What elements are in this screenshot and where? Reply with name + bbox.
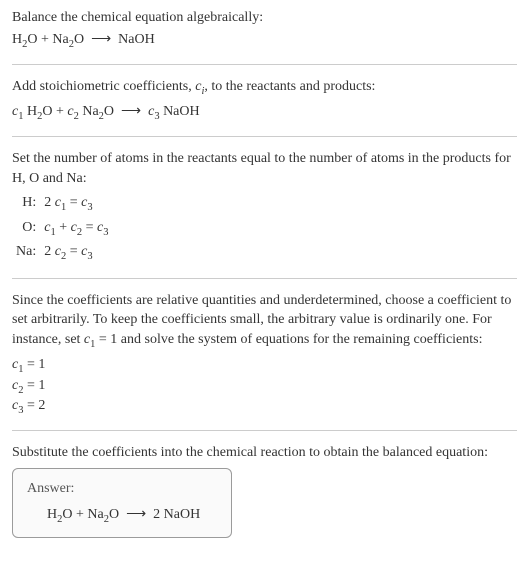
section-title: Since the coefficients are relative quan… <box>12 291 517 353</box>
section-title: Balance the chemical equation algebraica… <box>12 8 517 28</box>
coeff-value: c3 = 2 <box>12 397 517 417</box>
chemical-equation-coeffs: c1 H2O + c2 Na2O ⟶ c3 NaOH <box>12 102 517 124</box>
section-stoichiometric: Add stoichiometric coefficients, ci, to … <box>12 77 517 124</box>
divider <box>12 430 517 431</box>
divider <box>12 278 517 279</box>
element-label: Na: <box>12 241 40 265</box>
section-substitute: Substitute the coefficients into the che… <box>12 443 517 539</box>
coeff-value: c1 = 1 <box>12 356 517 376</box>
section-balance: Balance the chemical equation algebraica… <box>12 8 517 52</box>
section-title: Substitute the coefficients into the che… <box>12 443 517 463</box>
section-solve: Since the coefficients are relative quan… <box>12 291 517 418</box>
answer-equation: H2O + Na2O ⟶ 2 NaOH <box>27 505 217 527</box>
element-equation: 2 c2 = c3 <box>40 241 112 265</box>
atom-equations-table: H: 2 c1 = c3 O: c1 + c2 = c3 Na: 2 c2 = … <box>12 192 112 265</box>
answer-label: Answer: <box>27 479 217 499</box>
element-label: H: <box>12 192 40 216</box>
chemical-equation: H2O + Na2O ⟶ NaOH <box>12 30 517 52</box>
section-title: Add stoichiometric coefficients, ci, to … <box>12 77 517 99</box>
table-row: Na: 2 c2 = c3 <box>12 241 112 265</box>
section-atom-balance: Set the number of atoms in the reactants… <box>12 149 517 266</box>
element-equation: 2 c1 = c3 <box>40 192 112 216</box>
element-label: O: <box>12 217 40 241</box>
coefficient-values: c1 = 1 c2 = 1 c3 = 2 <box>12 356 517 417</box>
section-title: Set the number of atoms in the reactants… <box>12 149 517 188</box>
answer-box: Answer: H2O + Na2O ⟶ 2 NaOH <box>12 468 232 538</box>
coeff-value: c2 = 1 <box>12 377 517 397</box>
table-row: O: c1 + c2 = c3 <box>12 217 112 241</box>
table-row: H: 2 c1 = c3 <box>12 192 112 216</box>
divider <box>12 64 517 65</box>
element-equation: c1 + c2 = c3 <box>40 217 112 241</box>
divider <box>12 136 517 137</box>
